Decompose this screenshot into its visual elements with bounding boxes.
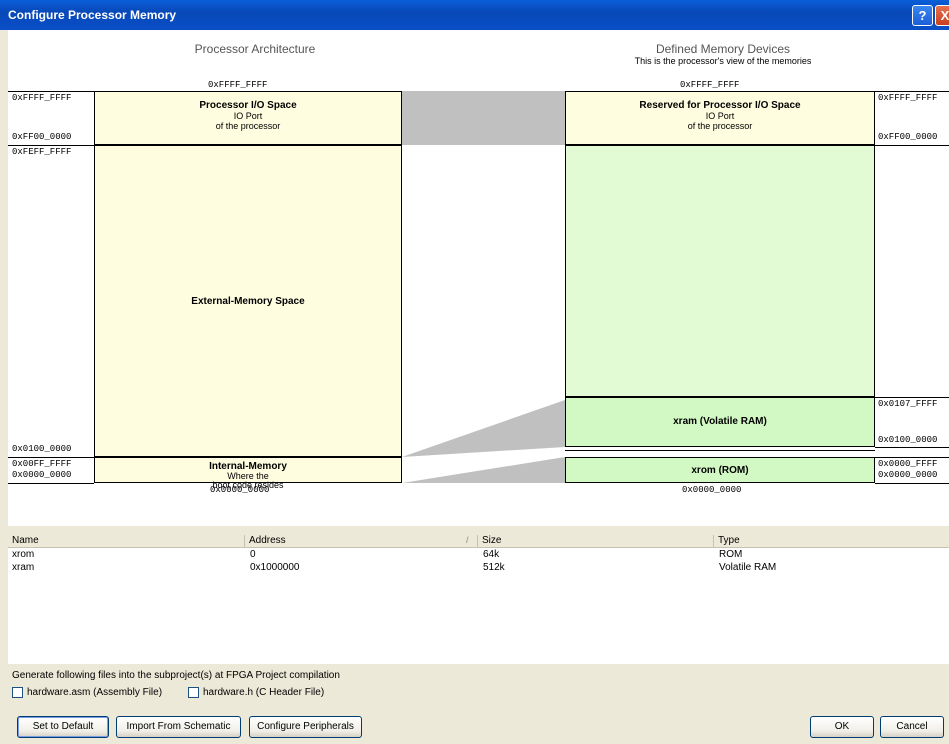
checkbox-box[interactable] bbox=[188, 687, 199, 698]
column-header-size[interactable]: Size bbox=[477, 535, 713, 547]
configure-peripherals-button[interactable]: Configure Peripherals bbox=[249, 716, 362, 738]
window-title: Configure Processor Memory bbox=[8, 8, 177, 22]
xrom-block[interactable]: xrom (ROM) bbox=[565, 457, 875, 483]
table-row[interactable]: xrom 0 64k ROM bbox=[8, 549, 949, 561]
reserved-io-line2: of the processor bbox=[687, 121, 753, 131]
left-bottom-address: 0x0000_0000 bbox=[210, 485, 270, 495]
memory-table: Name Address / Size Type xrom 0 64k ROM … bbox=[8, 534, 949, 664]
hardware-h-label: hardware.h (C Header File) bbox=[203, 687, 325, 698]
row-address: 0x1000000 bbox=[250, 562, 300, 573]
xrom-title: xrom (ROM) bbox=[691, 465, 749, 476]
row-address: 0 bbox=[250, 549, 256, 560]
processor-io-space-block[interactable]: Processor I/O Space IO Port of the proce… bbox=[94, 91, 402, 145]
processor-io-line2: of the processor bbox=[215, 121, 281, 131]
right-divider-io bbox=[875, 145, 949, 146]
checkbox-box[interactable] bbox=[12, 687, 23, 698]
column-header-type[interactable]: Type bbox=[713, 535, 949, 547]
right-io-hi-address: 0xFFFF_FFFF bbox=[878, 93, 938, 103]
internal-memory-block[interactable]: Internal-Memory Where the boot code resi… bbox=[94, 457, 402, 490]
row-name: xrom bbox=[12, 549, 35, 560]
table-row[interactable]: xram 0x1000000 512k Volatile RAM bbox=[8, 562, 949, 574]
column-header-name[interactable]: Name bbox=[8, 535, 244, 547]
cancel-button[interactable]: Cancel bbox=[880, 716, 944, 738]
row-type: Volatile RAM bbox=[719, 562, 777, 573]
left-divider-io bbox=[8, 145, 94, 146]
right-xrom-hi-address: 0x0000_FFFF bbox=[878, 459, 938, 469]
column-header-address[interactable]: Address bbox=[244, 535, 477, 547]
hardware-h-checkbox[interactable]: hardware.h (C Header File) bbox=[188, 687, 324, 698]
processor-io-title: Processor I/O Space bbox=[199, 100, 297, 111]
row-name: xram bbox=[12, 562, 35, 573]
right-divider-xrom-top bbox=[875, 457, 949, 458]
right-divider-top bbox=[875, 91, 949, 92]
processor-io-line1: IO Port bbox=[233, 111, 263, 121]
xram-mapping bbox=[402, 400, 565, 457]
left-int-lo-address: 0x0000_0000 bbox=[12, 470, 72, 480]
left-io-hi-address: 0xFFFF_FFFF bbox=[12, 93, 72, 103]
unused-memory-region bbox=[565, 145, 875, 397]
left-ext-lo-address: 0x0100_0000 bbox=[12, 444, 72, 454]
reserved-io-space-block[interactable]: Reserved for Processor I/O Space IO Port… bbox=[565, 91, 875, 145]
row-size: 64k bbox=[483, 549, 500, 560]
left-divider-ext bbox=[8, 457, 94, 458]
row-type: ROM bbox=[719, 549, 743, 560]
right-xram-lo-address: 0x0100_0000 bbox=[878, 435, 938, 445]
external-memory-title: External-Memory Space bbox=[191, 296, 305, 307]
hardware-asm-label: hardware.asm (Assembly File) bbox=[27, 687, 163, 698]
ok-button[interactable]: OK bbox=[810, 716, 874, 738]
left-io-lo-address: 0xFF00_0000 bbox=[12, 132, 72, 142]
reserved-io-line1: IO Port bbox=[705, 111, 735, 121]
right-xram-hi-address: 0x0107_FFFF bbox=[878, 399, 938, 409]
xram-title: xram (Volatile RAM) bbox=[673, 416, 767, 427]
right-io-lo-address: 0xFF00_0000 bbox=[878, 132, 938, 142]
memory-diagram: Processor Architecture Defined Memory De… bbox=[8, 30, 949, 526]
right-xrom-lo-address: 0x0000_0000 bbox=[878, 470, 938, 480]
close-button[interactable]: X bbox=[935, 5, 949, 26]
right-bottom-address: 0x0000_0000 bbox=[682, 485, 742, 495]
external-memory-space-block[interactable]: External-Memory Space bbox=[94, 145, 402, 457]
left-ext-hi-address: 0xFEFF_FFFF bbox=[12, 147, 72, 157]
title-bar: Configure Processor Memory ? X bbox=[0, 0, 949, 30]
io-mapping bbox=[402, 91, 565, 145]
xram-block[interactable]: xram (Volatile RAM) bbox=[565, 397, 875, 447]
xrom-mapping bbox=[402, 457, 565, 483]
set-to-default-button[interactable]: Set to Default bbox=[17, 716, 109, 738]
reserved-io-title: Reserved for Processor I/O Space bbox=[639, 100, 801, 111]
left-divider-bottom bbox=[8, 483, 94, 484]
table-header: Name Address / Size Type bbox=[8, 534, 949, 548]
generate-files-label: Generate following files into the subpro… bbox=[12, 670, 340, 681]
right-divider-xram-bottom bbox=[875, 447, 949, 448]
right-gap-line bbox=[565, 450, 875, 451]
sort-indicator-icon: / bbox=[466, 535, 469, 545]
help-button[interactable]: ? bbox=[912, 5, 933, 26]
row-size: 512k bbox=[483, 562, 505, 573]
left-int-hi-address: 0x00FF_FFFF bbox=[12, 459, 72, 469]
left-divider-top bbox=[8, 91, 94, 92]
right-divider-xram-top bbox=[875, 397, 949, 398]
hardware-asm-checkbox[interactable]: hardware.asm (Assembly File) bbox=[12, 687, 162, 698]
import-from-schematic-button[interactable]: Import From Schematic bbox=[116, 716, 241, 738]
right-divider-bottom bbox=[875, 483, 949, 484]
